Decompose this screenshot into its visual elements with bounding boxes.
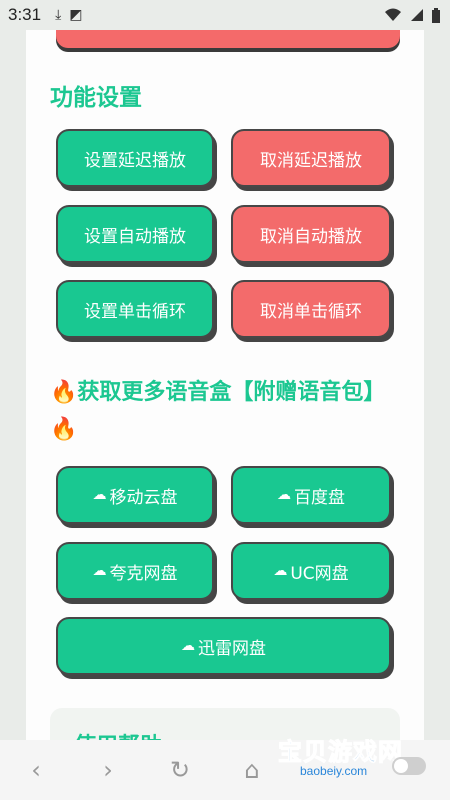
app-icon: ◩ [69, 7, 83, 23]
watermark-url: baobeiy.com [300, 764, 368, 778]
download-title: 🔥获取更多语音盒【附赠语音包】🔥 [50, 380, 386, 442]
set-delay-play-button[interactable]: 设置延迟播放 [56, 129, 214, 187]
refresh-icon[interactable]: ↻ [144, 756, 216, 784]
cancel-single-loop-button[interactable]: 取消单击循环 [231, 280, 391, 338]
set-single-loop-button[interactable]: 设置单击循环 [56, 280, 214, 338]
quark-pan-label: 夸克网盘 [109, 563, 178, 584]
download-icon: ⤓ [55, 7, 62, 23]
content-card: 功能设置 设置延迟播放 取消延迟播放 设置自动播放 取消自动播放 设置单击循环 … [26, 30, 424, 740]
status-time: 3:31 [8, 5, 42, 24]
cancel-auto-play-button[interactable]: 取消自动播放 [231, 205, 391, 263]
settings-title: 功能设置 [50, 85, 142, 111]
uc-pan-label: UC网盘 [290, 563, 349, 584]
cancel-delay-play-button[interactable]: 取消延迟播放 [231, 129, 391, 187]
set-auto-play-button[interactable]: 设置自动播放 [56, 205, 214, 263]
status-bar: 3:31 ⤓ ◩ [0, 0, 450, 30]
help-title: 使用帮助 [74, 728, 162, 740]
cloud-icon: ☁ [273, 563, 288, 579]
forward-icon[interactable]: › [72, 756, 144, 784]
back-icon[interactable]: ‹ [0, 756, 72, 784]
top-red-button[interactable] [56, 30, 400, 48]
uc-pan-button[interactable]: ☁ UC网盘 [231, 542, 391, 600]
cloud-icon: ☁ [92, 487, 107, 503]
baidu-pan-button[interactable]: ☁ 百度盘 [231, 466, 391, 524]
cloud-icon: ☁ [277, 487, 291, 503]
quark-pan-button[interactable]: ☁ 夸克网盘 [56, 542, 214, 600]
cloud-icon: ☁ [92, 563, 107, 579]
mobile-cloud-button[interactable]: ☁ 移动云盘 [56, 466, 214, 524]
cloud-icon: ☁ [181, 638, 195, 654]
xunlei-pan-label: 迅雷网盘 [198, 638, 266, 659]
wifi-icon [385, 8, 401, 21]
xunlei-pan-button[interactable]: ☁ 迅雷网盘 [56, 617, 391, 675]
battery-icon [432, 7, 440, 23]
mobile-cloud-label: 移动云盘 [109, 487, 178, 508]
signal-icon [411, 9, 423, 21]
baidu-pan-label: 百度盘 [294, 487, 345, 508]
watermark-text: 宝贝游戏网 [278, 738, 403, 767]
toggle-switch[interactable] [392, 757, 426, 775]
